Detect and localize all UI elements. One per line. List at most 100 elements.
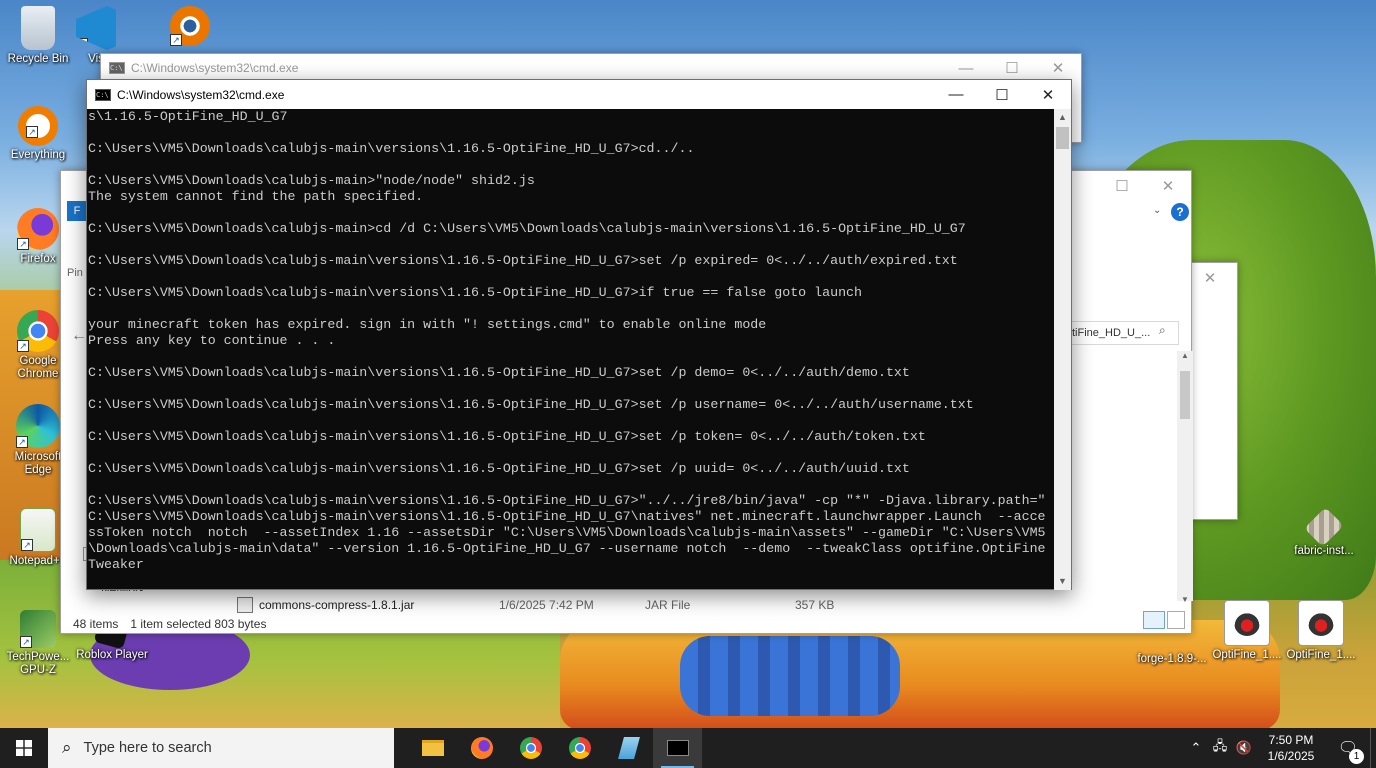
desktop-icon-blender[interactable]: ↗	[154, 6, 226, 49]
desktop-icon-everything[interactable]: ↗ Everything	[2, 106, 74, 162]
desktop-icon-label: OptiFine_1....	[1286, 649, 1356, 661]
taskbar-file-explorer[interactable]	[408, 728, 457, 768]
console-line: C:\Users\VM5\Downloads\calubjs-main\vers…	[88, 141, 695, 156]
console-line: C:\Users\VM5\Downloads\calubjs-main\vers…	[88, 365, 910, 380]
start-button[interactable]	[0, 728, 48, 768]
network-icon[interactable]: 🖧	[1208, 737, 1232, 759]
speaker-muted-icon[interactable]: 🔇	[1232, 740, 1256, 756]
search-icon[interactable]: ⌕	[1159, 323, 1166, 338]
file-name: commons-compress-1.8.1.jar	[259, 598, 415, 612]
console-line: C:\Users\VM5\Downloads\calubjs-main\vers…	[88, 509, 1046, 524]
notification-button[interactable]: 🗨 1	[1326, 738, 1370, 764]
explorer-window-back[interactable]: ✕	[1186, 262, 1238, 520]
ribbon-file-tab[interactable]: F	[67, 201, 87, 221]
desktop-icon-label: Recycle Bin	[7, 53, 69, 65]
taskbar-chrome[interactable]	[506, 728, 555, 768]
console-line: \Downloads\calubjs-main\data" --version …	[88, 541, 1046, 556]
scroll-up-icon[interactable]: ▲	[1177, 351, 1193, 360]
desktop-icon-label: OptiFine_1....	[1212, 649, 1282, 661]
chrome-icon: ↗	[17, 310, 59, 352]
large-icons-view-icon[interactable]	[1167, 611, 1185, 629]
file-size: 357 KB	[795, 598, 835, 612]
cmd-icon	[666, 740, 689, 756]
console-output[interactable]: s\1.16.5-OptiFine_HD_U_G7 C:\Users\VM5\Do…	[87, 109, 1055, 590]
taskbar: ⌕ Type here to search ⌃ 🖧 🔇 7:50 PM 1/6/…	[0, 728, 1376, 768]
cmd-titlebar[interactable]: C:\ C:\Windows\system32\cmd.exe — ☐ ✕	[87, 80, 1071, 109]
desktop-icon-label: forge-1.8.9-...	[1137, 653, 1207, 665]
ribbon-expand-icon[interactable]: ⌄	[1153, 205, 1161, 216]
desktop-icon-optifine-1[interactable]: OptiFine_1....	[1212, 600, 1282, 662]
scroll-down-icon[interactable]: ▼	[1177, 595, 1193, 604]
windows-logo-icon	[16, 740, 32, 756]
console-line: C:\Users\VM5\Downloads\calubjs-main\vers…	[88, 429, 926, 444]
show-desktop-button[interactable]	[1370, 728, 1376, 768]
taskbar-firefox[interactable]	[457, 728, 506, 768]
notepadpp-icon: ↗	[20, 508, 56, 552]
cmd-title: C:\Windows\system32\cmd.exe	[117, 87, 285, 102]
console-line: s\1.16.5-OptiFine_HD_U_G7	[88, 109, 288, 124]
clock-time: 7:50 PM	[1268, 733, 1314, 747]
chrome-profile-icon	[568, 737, 591, 759]
notification-badge: 1	[1349, 749, 1364, 764]
help-icon[interactable]: ?	[1171, 203, 1189, 221]
file-type: JAR File	[645, 598, 691, 612]
close-button[interactable]: ✕	[1025, 80, 1071, 110]
explorer-scrollbar[interactable]: ▲	[1177, 351, 1193, 601]
console-line: The system cannot find the path specifie…	[88, 189, 424, 204]
cmd-scrollbar[interactable]: ▲ ▼	[1054, 109, 1071, 590]
clock-date: 1/6/2025	[1267, 749, 1315, 763]
address-bar-text: tiFine_HD_U_...	[1072, 327, 1151, 339]
shortcut-arrow-icon: ↗	[26, 126, 38, 138]
scroll-up-icon[interactable]: ▲	[1054, 109, 1071, 126]
edge-icon: ↗	[16, 404, 60, 448]
taskbar-chrome-profile[interactable]	[555, 728, 604, 768]
back-arrow-icon[interactable]: ←	[71, 327, 87, 345]
scroll-thumb[interactable]	[1056, 127, 1069, 149]
shortcut-arrow-icon: ↗	[170, 34, 182, 46]
chevron-up-icon[interactable]: ⌃	[1184, 740, 1208, 756]
close-icon[interactable]: ✕	[1145, 171, 1191, 201]
shortcut-arrow-icon: ↗	[20, 636, 32, 648]
file-date: 1/6/2025 7:42 PM	[499, 598, 594, 612]
desktop-icon-label: Everything	[10, 149, 66, 161]
desktop-icon-fabric-installer[interactable]: fabric-inst...	[1286, 506, 1362, 558]
search-placeholder: Type here to search	[83, 740, 212, 756]
vscode-icon: ↗	[76, 6, 116, 50]
cmd-back-titlebar: C:\ C:\Windows\system32\cmd.exe — ☐ ✕	[101, 54, 1081, 82]
status-item-count: 48 items	[73, 617, 119, 631]
taskbar-cmd[interactable]	[653, 728, 702, 768]
firefox-icon	[470, 737, 493, 759]
maximize-button[interactable]: ☐	[979, 80, 1025, 110]
close-icon[interactable]: ✕	[1187, 263, 1233, 293]
shortcut-arrow-icon: ↗	[16, 436, 28, 448]
console-line: Tweaker	[88, 557, 144, 572]
cmd-icon: C:\	[95, 88, 111, 101]
clock[interactable]: 7:50 PM 1/6/2025	[1256, 732, 1326, 764]
chrome-icon	[519, 737, 542, 759]
minimize-button[interactable]: —	[933, 80, 979, 110]
details-view-icon[interactable]	[1143, 611, 1165, 629]
cmd-back-title: C:\Windows\system32\cmd.exe	[131, 61, 299, 75]
maximize-icon[interactable]: ☐	[1099, 171, 1145, 201]
wallpaper-spring	[680, 636, 900, 716]
scroll-thumb[interactable]	[1180, 371, 1190, 419]
jar-file-icon	[237, 597, 253, 613]
file-row[interactable]: commons-compress-1.8.1.jar 1/6/2025 7:42…	[237, 595, 1177, 615]
gpuz-icon: ↗	[20, 610, 56, 648]
taskbar-search[interactable]: ⌕ Type here to search	[48, 728, 394, 768]
scroll-down-icon[interactable]: ▼	[1054, 573, 1071, 590]
java-jar-icon	[1224, 600, 1270, 646]
cmd-window[interactable]: C:\ C:\Windows\system32\cmd.exe — ☐ ✕ s\…	[86, 79, 1072, 590]
desktop-icon-optifine-2[interactable]: OptiFine_1....	[1286, 600, 1356, 662]
desktop-icon-recycle-bin[interactable]: Recycle Bin	[2, 6, 74, 66]
taskbar-notepad[interactable]	[604, 728, 653, 768]
search-icon: ⌕	[62, 738, 72, 757]
blender-icon: ↗	[170, 6, 210, 46]
pin-quick-access[interactable]: Pin	[67, 267, 83, 279]
